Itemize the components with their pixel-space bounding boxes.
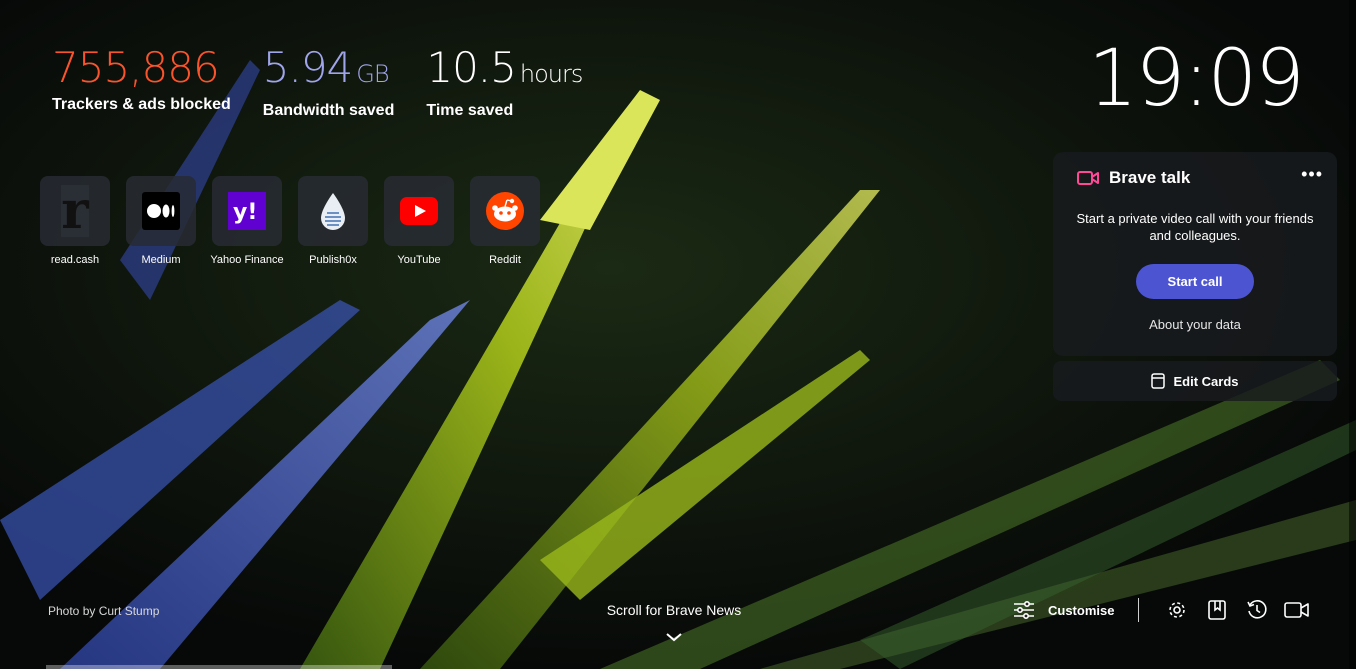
- svg-text:y!: y!: [233, 200, 257, 225]
- read-cash-icon: r: [61, 180, 89, 241]
- chevron-down-icon[interactable]: [664, 630, 684, 644]
- video-camera-icon: [1077, 171, 1099, 185]
- stat-unit: hours: [519, 60, 583, 88]
- horizontal-scrollbar[interactable]: [46, 665, 392, 669]
- footer-toolbar: Customise: [1012, 598, 1317, 622]
- customise-label: Customise: [1048, 602, 1115, 618]
- edit-cards-label: Edit Cards: [1173, 373, 1239, 389]
- site-tile[interactable]: [126, 176, 196, 246]
- top-site-read-cash[interactable]: r read.cash: [40, 176, 110, 266]
- stat-value: 10.5: [426, 43, 517, 92]
- sliders-icon: [1014, 600, 1034, 620]
- brave-talk-description: Start a private video call with your fri…: [1076, 211, 1314, 243]
- brave-talk-card: Brave talk ••• Start a private video cal…: [1053, 152, 1337, 356]
- stat-time-saved: 10.5 hours Time saved: [426, 43, 583, 120]
- top-sites: r read.cash Medium y! Yahoo Finance Publ…: [40, 176, 540, 266]
- photo-credit[interactable]: Photo by Curt Stump: [48, 604, 159, 618]
- stats-bar: 755,886 Trackers & ads blocked 5.94 GB Ba…: [52, 43, 583, 120]
- footer-divider: [1138, 598, 1140, 622]
- top-site-medium[interactable]: Medium: [126, 176, 196, 266]
- medium-icon: [142, 192, 180, 230]
- settings-icon[interactable]: [1157, 599, 1197, 621]
- site-name: YouTube: [397, 254, 441, 266]
- vertical-scrollbar[interactable]: [1349, 0, 1356, 669]
- site-tile[interactable]: r: [40, 176, 110, 246]
- youtube-icon: [400, 197, 438, 225]
- bookmarks-icon[interactable]: [1197, 599, 1237, 621]
- edit-cards-icon: [1151, 373, 1166, 389]
- site-name: Yahoo Finance: [210, 254, 284, 266]
- scroll-for-news[interactable]: Scroll for Brave News: [574, 602, 774, 618]
- site-name: Medium: [141, 254, 181, 266]
- yahoo-icon: y!: [228, 192, 266, 230]
- stat-label: Bandwidth saved: [262, 102, 395, 119]
- stat-label: Trackers & ads blocked: [52, 96, 231, 113]
- top-site-reddit[interactable]: Reddit: [470, 176, 540, 266]
- reddit-icon: [486, 192, 524, 230]
- brave-talk-title: Brave talk: [1109, 168, 1191, 187]
- site-tile[interactable]: [298, 176, 368, 246]
- site-name: Publish0x: [309, 254, 357, 266]
- site-tile[interactable]: [470, 176, 540, 246]
- publish0x-icon: [321, 193, 345, 230]
- site-name: Reddit: [489, 254, 521, 266]
- stat-label: Time saved: [426, 102, 514, 119]
- top-site-yahoo-finance[interactable]: y! Yahoo Finance: [210, 176, 284, 266]
- clock: 19:09: [1088, 34, 1305, 124]
- brave-talk-header: Brave talk: [1077, 168, 1190, 188]
- stat-value: 755,886: [52, 43, 220, 92]
- edit-cards-button[interactable]: Edit Cards: [1053, 361, 1337, 401]
- customise-button[interactable]: Customise: [1012, 600, 1114, 620]
- site-name: read.cash: [50, 254, 100, 266]
- site-tile[interactable]: y!: [212, 176, 282, 246]
- history-icon[interactable]: [1237, 599, 1277, 621]
- stat-trackers-blocked: 755,886 Trackers & ads blocked: [52, 44, 231, 120]
- site-tile[interactable]: [384, 176, 454, 246]
- stat-value-row: 10.5 hours: [426, 43, 583, 98]
- stat-bandwidth-saved: 5.94 GB Bandwidth saved: [263, 44, 395, 120]
- start-call-button[interactable]: Start call: [1136, 264, 1254, 299]
- top-site-publish0x[interactable]: Publish0x: [298, 176, 368, 266]
- stat-value-row: 5.94 GB: [263, 44, 395, 98]
- stat-value: 5.94: [262, 43, 354, 92]
- about-your-data-link[interactable]: About your data: [1053, 317, 1337, 332]
- stat-unit: GB: [356, 60, 389, 88]
- brave-talk-icon[interactable]: [1277, 601, 1317, 619]
- more-options-icon[interactable]: •••: [1301, 164, 1323, 185]
- top-site-youtube[interactable]: YouTube: [384, 176, 454, 266]
